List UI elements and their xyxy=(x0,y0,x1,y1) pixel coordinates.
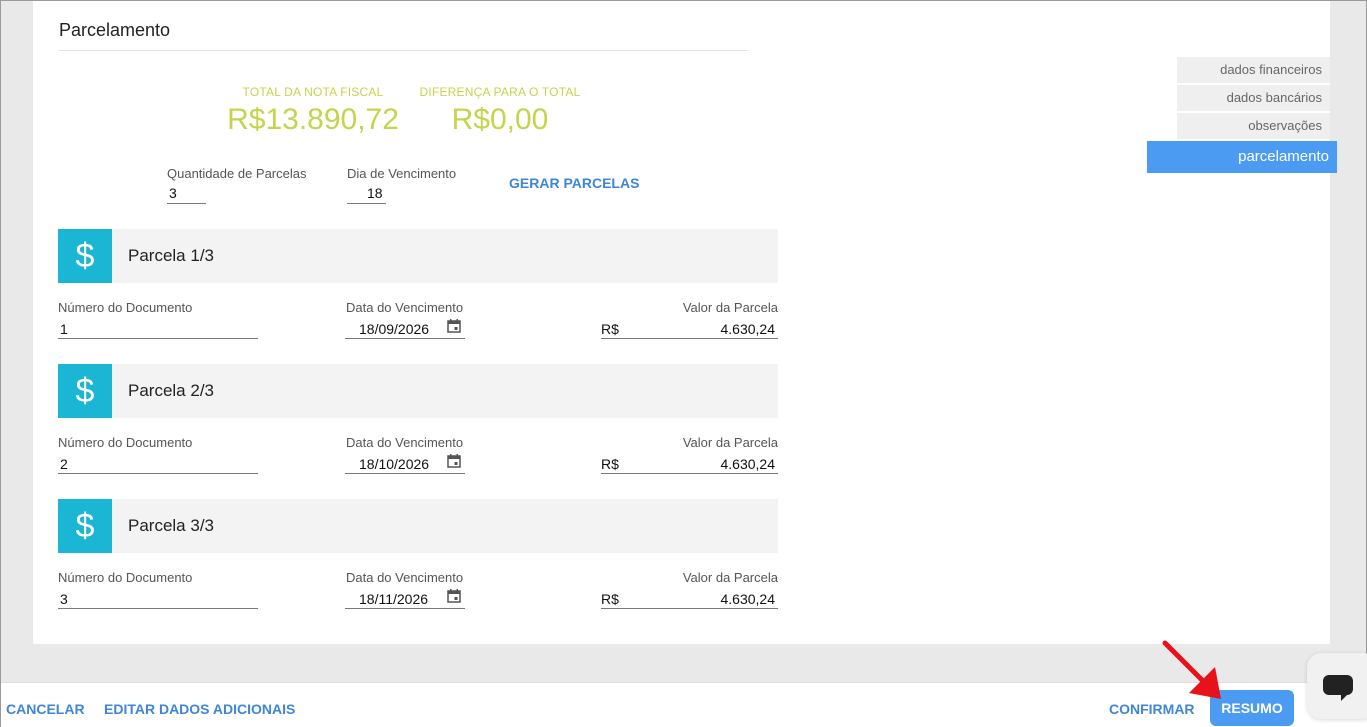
currency-label-3: R$ xyxy=(601,591,619,607)
currency-label-1: R$ xyxy=(601,321,619,337)
valor-underline-1 xyxy=(601,338,778,339)
venc-input-2[interactable]: 18/10/2026 xyxy=(359,456,429,472)
dollar-icon: $ xyxy=(58,229,112,283)
calendar-icon[interactable] xyxy=(447,454,461,468)
parcela-title-2: Parcela 2/3 xyxy=(128,381,214,400)
calendar-icon[interactable] xyxy=(447,319,461,333)
diferenca-value: R$0,00 xyxy=(451,103,549,136)
editar-dados-button[interactable]: EDITAR DADOS ADICIONAIS xyxy=(104,701,295,717)
venc-underline-2 xyxy=(345,473,465,474)
section-title: Parcelamento xyxy=(59,20,171,40)
chat-icon xyxy=(1323,675,1353,695)
doc-label-1: Número do Documento xyxy=(58,300,193,315)
qtd-parcelas-label: Quantidade de Parcelas xyxy=(167,166,307,181)
total-nota-block: TOTAL DA NOTA FISCAL R$13.890,72 xyxy=(227,85,399,137)
doc-label-3: Número do Documento xyxy=(58,570,193,585)
gerar-parcelas-button[interactable]: GERAR PARCELAS xyxy=(509,175,639,191)
app-frame: Parcelamento TOTAL DA NOTA FISCAL R$13.8… xyxy=(0,0,1367,727)
total-nota-value: R$13.890,72 xyxy=(227,103,399,136)
cancelar-button[interactable]: CANCELAR xyxy=(6,701,85,717)
total-nota-label: TOTAL DA NOTA FISCAL xyxy=(242,85,384,99)
doc-input-2[interactable]: 2 xyxy=(60,456,68,472)
venc-input-3[interactable]: 18/11/2026 xyxy=(359,591,428,607)
doc-underline-1 xyxy=(58,338,258,339)
valor-input-1[interactable]: 4.630,24 xyxy=(661,321,776,337)
qtd-parcelas-underline xyxy=(167,203,206,204)
tab-observacoes[interactable]: observações xyxy=(1177,113,1330,139)
red-arrow xyxy=(1162,640,1221,699)
valor-underline-2 xyxy=(601,473,778,474)
parcela-header-3: $ Parcela 3/3 xyxy=(58,499,778,553)
parcela-title-3: Parcela 3/3 xyxy=(128,516,214,535)
parcela-header-2: $ Parcela 2/3 xyxy=(58,364,778,418)
confirmar-button[interactable]: CONFIRMAR xyxy=(1109,701,1195,717)
tab-dados-financeiros[interactable]: dados financeiros xyxy=(1177,57,1330,83)
venc-input-1[interactable]: 18/09/2026 xyxy=(359,321,429,337)
valor-label-2: Valor da Parcela xyxy=(682,435,778,450)
dia-vencimento-underline xyxy=(347,203,386,204)
valor-input-3[interactable]: 4.630,24 xyxy=(661,591,776,607)
title-divider xyxy=(59,50,748,51)
diferenca-label: DIFERENÇA PARA O TOTAL xyxy=(419,85,581,99)
venc-label-3: Data do Vencimento xyxy=(346,570,464,585)
valor-label-3: Valor da Parcela xyxy=(682,570,778,585)
venc-underline-1 xyxy=(345,338,465,339)
tab-parcelamento[interactable]: parcelamento xyxy=(1147,141,1337,173)
dia-vencimento-input[interactable]: 18 xyxy=(367,185,383,201)
dollar-icon: $ xyxy=(58,499,112,553)
parcela-title-1: Parcela 1/3 xyxy=(128,246,214,265)
doc-input-3[interactable]: 3 xyxy=(60,591,68,607)
venc-label-2: Data do Vencimento xyxy=(346,435,464,450)
parcela-header-1: $ Parcela 1/3 xyxy=(58,229,778,283)
calendar-icon[interactable] xyxy=(447,589,461,603)
valor-input-2[interactable]: 4.630,24 xyxy=(661,456,776,472)
venc-underline-3 xyxy=(345,608,465,609)
doc-input-1[interactable]: 1 xyxy=(60,321,68,337)
doc-label-2: Número do Documento xyxy=(58,435,193,450)
qtd-parcelas-input[interactable]: 3 xyxy=(169,185,177,201)
valor-underline-3 xyxy=(601,608,778,609)
dollar-icon: $ xyxy=(58,364,112,418)
currency-label-2: R$ xyxy=(601,456,619,472)
diferenca-block: DIFERENÇA PARA O TOTAL R$0,00 xyxy=(413,85,587,137)
valor-label-1: Valor da Parcela xyxy=(682,300,778,315)
tab-dados-bancarios[interactable]: dados bancários xyxy=(1177,85,1330,111)
dia-vencimento-label: Dia de Vencimento xyxy=(347,166,457,181)
chat-widget-button[interactable] xyxy=(1307,653,1367,719)
chat-icon-tail xyxy=(1341,693,1349,701)
doc-underline-3 xyxy=(58,608,258,609)
venc-label-1: Data do Vencimento xyxy=(346,300,464,315)
doc-underline-2 xyxy=(58,473,258,474)
